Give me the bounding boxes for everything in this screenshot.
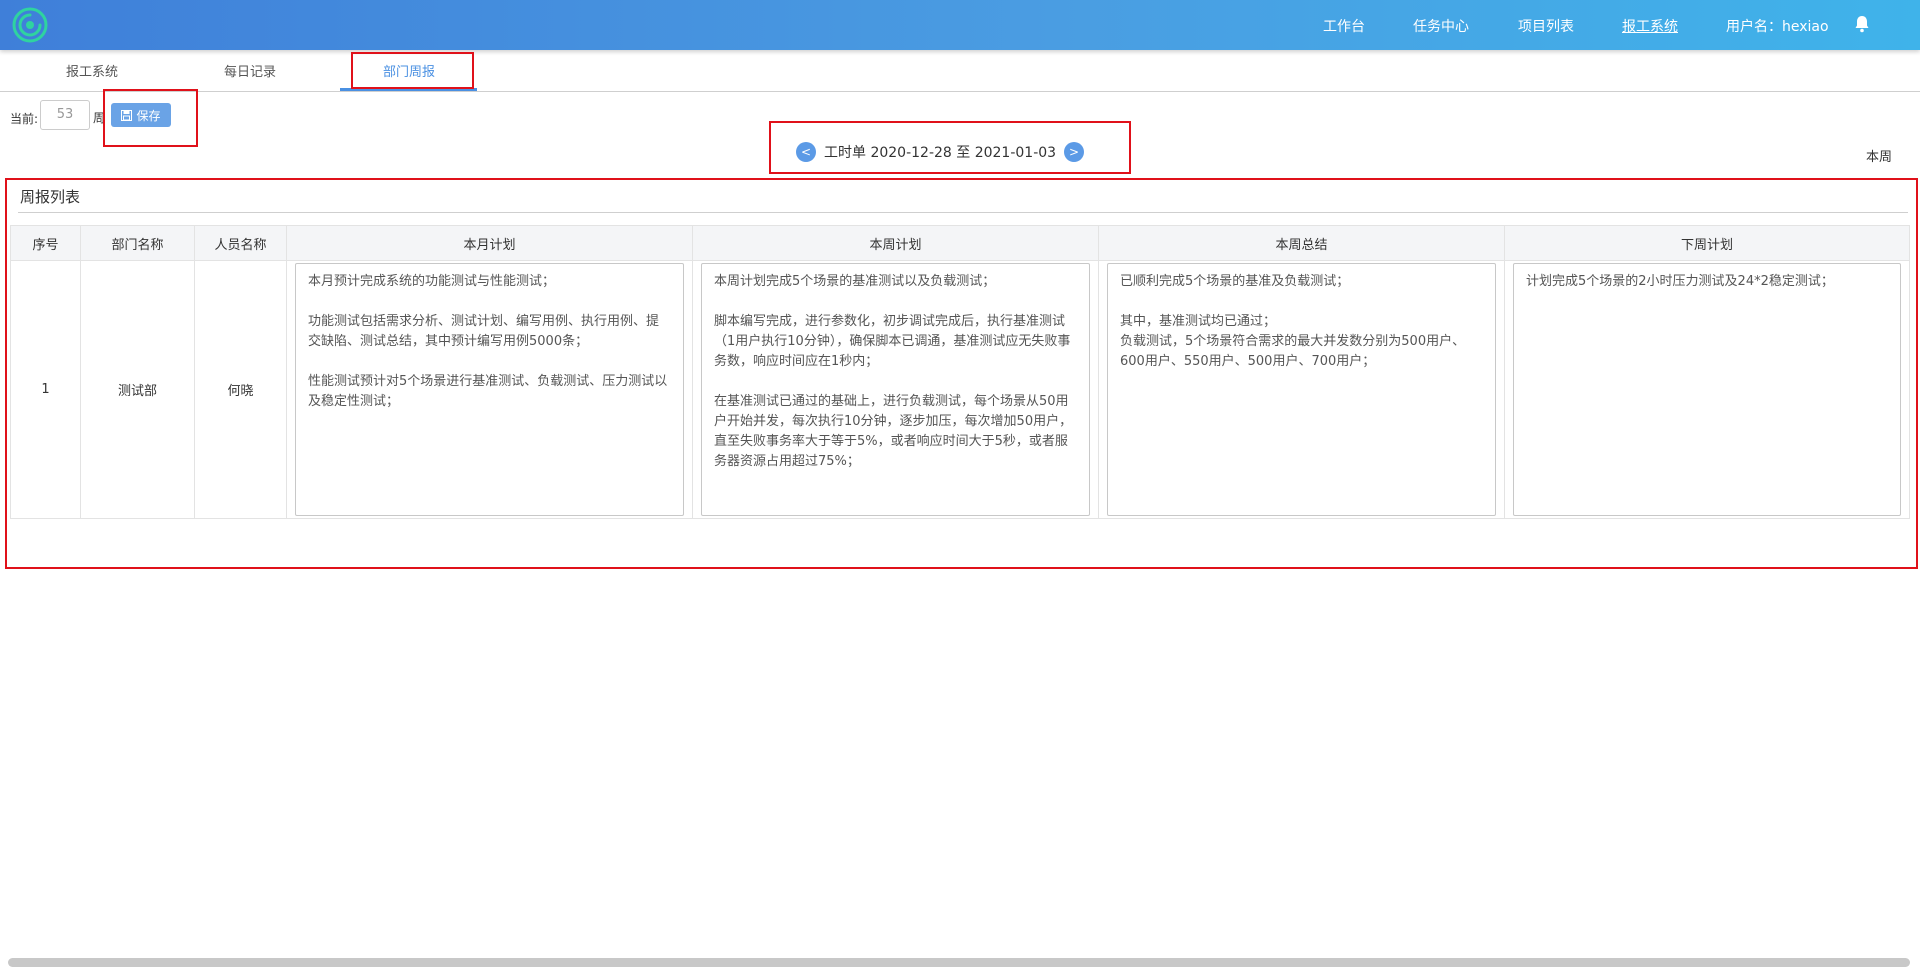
this-week-button[interactable]: 本周	[1866, 146, 1892, 165]
panel-title: 周报列表	[20, 188, 81, 206]
next-week-button[interactable]: >	[1064, 142, 1085, 162]
month-plan-textarea[interactable]: 本月预计完成系统的功能测试与性能测试； 功能测试包括需求分析、测试计划、编写用例…	[295, 263, 684, 516]
cell-person: 何晓	[194, 260, 287, 519]
col-header-week-summary: 本周总结	[1098, 225, 1505, 261]
week-summary-textarea[interactable]: 已顺利完成5个场景的基准及负载测试； 其中，基准测试均已通过； 负载测试，5个场…	[1107, 263, 1496, 516]
cell-week-plan: 本周计划完成5个场景的基准测试以及负载测试； 脚本编写完成，进行参数化，初步调试…	[692, 260, 1099, 519]
bell-icon[interactable]	[1852, 14, 1872, 34]
sub-tab-bar: 报工系统 每日记录 部门周报	[0, 50, 1920, 92]
week-navigator: < 工时单 2020-12-28 至 2021-01-03 >	[796, 142, 1085, 162]
next-week-plan-textarea[interactable]: 计划完成5个场景的2小时压力测试及24*2稳定测试；	[1513, 263, 1901, 516]
prev-week-button[interactable]: <	[796, 142, 816, 162]
tab-report-system[interactable]: 报工系统	[66, 61, 118, 80]
horizontal-scrollbar[interactable]	[8, 958, 1910, 967]
cell-month-plan: 本月预计完成系统的功能测试与性能测试； 功能测试包括需求分析、测试计划、编写用例…	[286, 260, 693, 519]
top-nav-bar: 工作台 任务中心 项目列表 报工系统 用户名：hexiao	[0, 0, 1920, 50]
nav-report-system[interactable]: 报工系统	[1622, 16, 1678, 36]
col-header-week-plan: 本周计划	[692, 225, 1099, 261]
current-week-label: 当前:	[10, 112, 39, 126]
save-button-label: 保存	[136, 108, 161, 123]
cell-next-week-plan: 计划完成5个场景的2小时压力测试及24*2稳定测试；	[1504, 260, 1910, 519]
nav-project-list[interactable]: 项目列表	[1518, 16, 1574, 36]
nav-workbench[interactable]: 工作台	[1323, 16, 1365, 36]
tab-daily-record[interactable]: 每日记录	[224, 61, 276, 80]
cell-index: 1	[10, 260, 81, 519]
week-plan-textarea[interactable]: 本周计划完成5个场景的基准测试以及负载测试； 脚本编写完成，进行参数化，初步调试…	[701, 263, 1090, 516]
cell-week-summary: 已顺利完成5个场景的基准及负载测试； 其中，基准测试均已通过； 负载测试，5个场…	[1098, 260, 1505, 519]
col-header-next-week-plan: 下周计划	[1504, 225, 1910, 261]
save-icon	[121, 109, 133, 121]
weekly-report-table: 序号 部门名称 人员名称 本月计划 本周计划 本周总结 下周计划 1 测试部 何…	[10, 225, 1910, 519]
col-header-month-plan: 本月计划	[286, 225, 693, 261]
save-button[interactable]: 保存	[111, 103, 171, 127]
table-row: 1 测试部 何晓 本月预计完成系统的功能测试与性能测试； 功能测试包括需求分析、…	[10, 260, 1910, 519]
col-header-person: 人员名称	[194, 225, 287, 261]
week-range-label: 工时单 2020-12-28 至 2021-01-03	[824, 145, 1057, 161]
active-tab-indicator	[340, 88, 477, 91]
table-header-row: 序号 部门名称 人员名称 本月计划 本周计划 本周总结 下周计划	[10, 225, 1910, 261]
tab-department-weekly[interactable]: 部门周报	[383, 61, 435, 80]
app-logo-icon[interactable]	[12, 7, 48, 43]
week-suffix-label: 周	[93, 111, 106, 125]
cell-department: 测试部	[80, 260, 195, 519]
week-number-input[interactable]: 53	[40, 100, 90, 130]
user-name[interactable]: 用户名：hexiao	[1726, 16, 1829, 36]
panel-divider	[18, 212, 1908, 213]
nav-task-center[interactable]: 任务中心	[1413, 16, 1469, 36]
col-header-index: 序号	[10, 225, 81, 261]
col-header-department: 部门名称	[80, 225, 195, 261]
